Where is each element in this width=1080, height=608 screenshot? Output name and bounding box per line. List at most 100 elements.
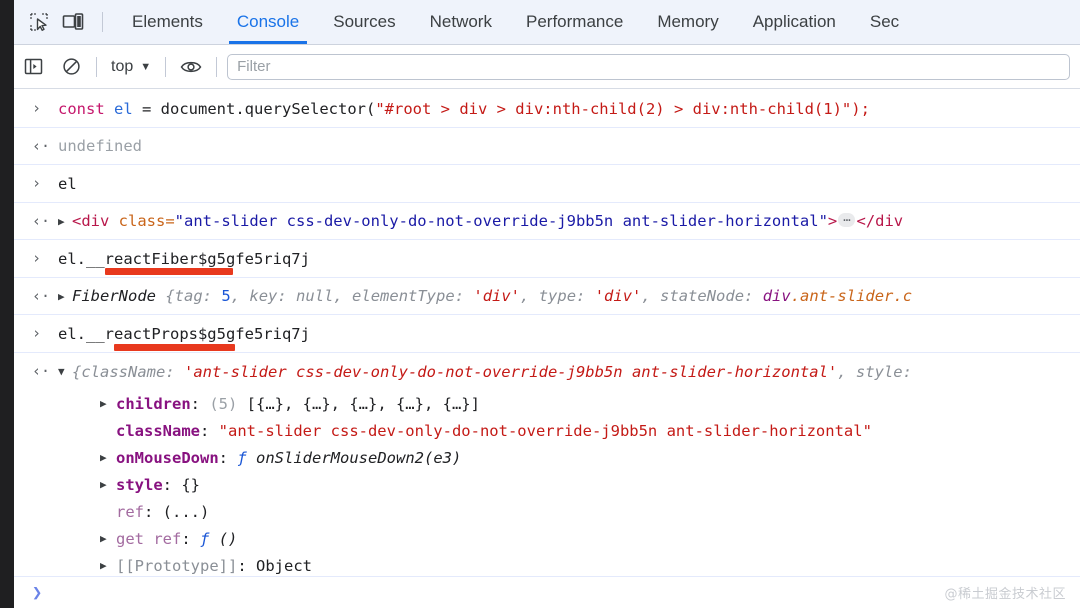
prop-value-type: 'div' [594,287,642,305]
device-toolbar-icon[interactable] [56,7,90,37]
object-brace-open: { [72,362,82,381]
console-input-row[interactable]: › const el = document.querySelector("#ro… [14,90,1080,128]
filterbar-divider-2 [165,56,167,77]
filter-input[interactable] [227,53,1070,80]
console-result-undefined: undefined [58,137,142,155]
property-value[interactable]: (...) [163,503,210,521]
prop-value-key: null [296,287,334,305]
expand-triangle-icon[interactable]: ▶ [58,291,72,302]
dom-tag-gt: > [827,212,838,230]
console-result-props-object[interactable]: {className: 'ant-slider css-dev-only-do-… [72,363,912,381]
prop-key-statenode: stateNode [660,287,745,305]
property-entry: children: (5) [{…}, {…}, {…}, {…}, {…}] [116,394,480,413]
tab-memory[interactable]: Memory [640,0,735,44]
property-key: [[Prototype]] [116,556,238,575]
property-count: (5) [209,394,238,413]
prop-value-statenode-tag: div [762,287,791,305]
token-string: "#root > div > div:nth-child(2) > div:nt… [375,99,852,118]
console-prompt[interactable]: ❯ [14,576,1080,608]
console-result-dom-node[interactable]: <div class="ant-slider css-dev-only-do-n… [72,212,903,230]
clear-console-icon[interactable] [56,53,86,81]
property-key: children [116,394,191,413]
object-property-row[interactable]: className: "ant-slider css-dev-only-do-n… [14,417,1080,444]
dom-attr-name: class= [118,212,175,230]
preview-value-classname: 'ant-slider css-dev-only-do-not-override… [184,362,838,381]
preview-key-classname: className [81,362,166,381]
console-input-expression: const el = document.querySelector("#root… [58,100,870,118]
console-input-expression: el.__reactProps$g5gfe5riq7j [58,324,310,343]
property-value: [{…}, {…}, {…}, {…}, {…}] [246,394,480,413]
tab-console[interactable]: Console [220,0,316,44]
watermark: @稀土掘金技术社区 [944,587,1066,602]
devtools-window: Elements Console Sources Network Perform… [0,0,1080,608]
live-expression-eye-icon[interactable] [176,53,206,81]
object-property-row[interactable]: ref: (...) [14,498,1080,525]
property-value: "ant-slider css-dev-only-do-not-override… [218,421,872,440]
console-output-row: ‹· ▼ {className: 'ant-slider css-dev-onl… [14,353,1080,390]
expand-triangle-icon[interactable]: ▶ [100,398,116,409]
property-entry: [[Prototype]]: Object [116,556,312,575]
collapse-triangle-icon[interactable]: ▼ [58,366,72,377]
expand-triangle-icon[interactable]: ▶ [58,216,72,227]
property-entry: className: "ant-slider css-dev-only-do-n… [116,421,872,440]
dom-tag-open: <div [72,212,110,230]
property-key: get ref [116,529,182,548]
expand-triangle-icon[interactable]: ▶ [100,533,116,544]
property-key: onMouseDown [116,448,219,467]
prop-key-type: type [538,287,577,305]
prompt-chevron-icon: ❯ [32,582,43,603]
prop-value-elementtype: 'div' [473,287,521,305]
tabbar-divider [102,12,103,32]
console-output-row: ‹· undefined [14,128,1080,165]
annotation-underline-reactfiber [105,268,233,275]
input-marker-icon: › [32,99,42,117]
console-result-fibernode[interactable]: FiberNode {tag: 5, key: null, elementTyp… [72,287,912,305]
annotation-underline-reactprops [114,344,235,351]
property-value: onSliderMouseDown2(e3) [256,448,462,467]
prop-key-elementtype: elementType [352,287,455,305]
tab-network[interactable]: Network [413,0,509,44]
console-input-expression: el [58,174,77,193]
inspect-element-icon[interactable] [22,7,56,37]
execution-context-selector[interactable]: top ▼ [107,56,155,78]
input-marker-icon: › [32,174,42,192]
object-property-row[interactable]: ▶ children: (5) [{…}, {…}, {…}, {…}, {…}… [14,390,1080,417]
output-marker-icon: ‹· [32,362,51,380]
window-left-rail [0,0,14,608]
token-keyword: const [58,99,105,118]
object-property-row[interactable]: ▶ [[Prototype]]: Object [14,552,1080,579]
console-input-row[interactable]: › el [14,165,1080,203]
property-entry: style: {} [116,475,201,494]
object-property-row[interactable]: ▶ onMouseDown: ƒ onSliderMouseDown2(e3) [14,444,1080,471]
property-entry: onMouseDown: ƒ onSliderMouseDown2(e3) [116,448,462,467]
property-key: style [116,475,163,494]
token-assign: = document.querySelector( [132,99,376,118]
token-tail: ); [851,99,870,118]
expand-triangle-icon[interactable]: ▶ [100,479,116,490]
show-console-sidebar-icon[interactable] [18,53,48,81]
property-value: Object [256,556,312,575]
function-symbol-icon: ƒ [237,448,247,467]
expand-triangle-icon[interactable]: ▶ [100,452,116,463]
expand-triangle-icon[interactable]: ▶ [100,560,116,571]
tab-application[interactable]: Application [736,0,853,44]
prop-key-key: key [249,287,278,305]
output-marker-icon: ‹· [32,211,51,230]
prop-key-tag: tag [174,287,203,305]
devtools-tabbar: Elements Console Sources Network Perform… [0,0,1080,45]
object-property-row[interactable]: ▶ style: {} [14,471,1080,498]
dom-children-ellipsis-badge[interactable]: ⋯ [838,213,856,227]
property-entry: get ref: ƒ () [116,529,238,548]
property-value: {} [181,475,201,494]
object-property-row[interactable]: ▶ get ref: ƒ () [14,525,1080,552]
console-filter-toolbar: top ▼ [0,45,1080,89]
tab-performance[interactable]: Performance [509,0,640,44]
prop-value-tag: 5 [221,287,231,305]
dom-attr-value: "ant-slider css-dev-only-do-not-override… [174,212,828,230]
object-class-name: FiberNode [72,287,156,305]
preview-key-style: style: [855,362,912,381]
tab-sources[interactable]: Sources [316,0,412,44]
console-input-expression: el.__reactFiber$g5gfe5riq7j [58,249,310,268]
tab-elements[interactable]: Elements [115,0,220,44]
tab-security[interactable]: Sec [853,0,916,44]
